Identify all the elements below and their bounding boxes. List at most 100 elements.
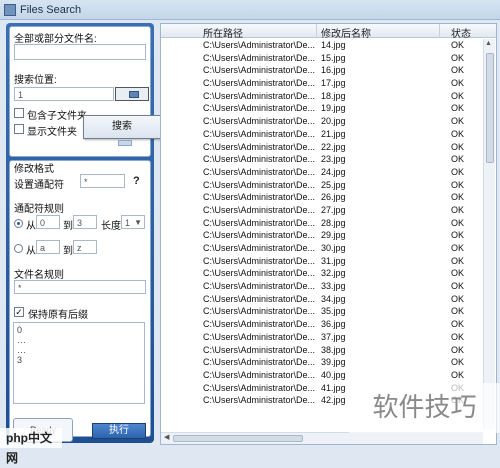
table-row[interactable]: C:\Users\Administrator\De... 23.jpg OK: [161, 153, 481, 166]
table-row[interactable]: C:\Users\Administrator\De... 35.jpg OK: [161, 305, 481, 318]
table-row[interactable]: C:\Users\Administrator\De... 36.jpg OK: [161, 318, 481, 331]
wildcard-input[interactable]: *: [80, 174, 125, 188]
keep-suffix-checkbox[interactable]: ✓: [14, 307, 24, 317]
horizontal-scrollbar[interactable]: ◀: [161, 432, 483, 444]
table-row[interactable]: C:\Users\Administrator\De... 20.jpg OK: [161, 115, 481, 128]
table-row[interactable]: C:\Users\Administrator\De... 19.jpg OK: [161, 102, 481, 115]
status-cell: OK: [451, 357, 465, 368]
table-row[interactable]: C:\Users\Administrator\De... 16.jpg OK: [161, 64, 481, 77]
status-cell: OK: [451, 141, 465, 152]
table-row[interactable]: C:\Users\Administrator\De... 39.jpg OK: [161, 356, 481, 369]
table-row[interactable]: C:\Users\Administrator\De... 28.jpg OK: [161, 217, 481, 230]
status-cell: OK: [451, 116, 465, 127]
keep-suffix-label: 保持原有后缀: [28, 310, 88, 321]
column-header-newname[interactable]: 修改后名称: [321, 25, 371, 40]
length-select[interactable]: 1 ▼: [121, 215, 145, 229]
to-input-1[interactable]: 3: [73, 215, 97, 229]
filename-label: 全部或部分文件名:: [14, 34, 97, 45]
scrollbar-thumb[interactable]: [486, 53, 494, 163]
table-row[interactable]: C:\Users\Administrator\De... 37.jpg OK: [161, 331, 481, 344]
column-divider[interactable]: [439, 24, 440, 38]
table-row[interactable]: C:\Users\Administrator\De... 27.jpg OK: [161, 204, 481, 217]
path-cell: C:\Users\Administrator\De...: [203, 103, 315, 114]
table-row[interactable]: C:\Users\Administrator\De... 33.jpg OK: [161, 280, 481, 293]
status-cell: OK: [451, 293, 465, 304]
scroll-up-icon[interactable]: ▲: [485, 40, 492, 47]
path-cell: C:\Users\Administrator\De...: [203, 243, 315, 253]
table-row[interactable]: C:\Users\Administrator\De... 22.jpg OK: [161, 141, 481, 154]
newname-cell: 31.jpg: [321, 255, 346, 266]
table-row[interactable]: C:\Users\Administrator\De... 30.jpg OK: [161, 242, 481, 255]
newname-cell: 22.jpg: [321, 141, 346, 152]
table-row[interactable]: C:\Users\Administrator\De... 14.jpg OK: [161, 39, 481, 52]
run-button[interactable]: 执行: [92, 423, 146, 439]
path-cell: C:\Users\Administrator\De...: [203, 90, 315, 101]
path-cell: C:\Users\Administrator\De...: [203, 268, 315, 279]
path-cell: C:\Users\Administrator\De...: [203, 65, 315, 76]
path-cell: C:\Users\Administrator\De...: [203, 395, 315, 406]
to-input-2[interactable]: z: [73, 240, 97, 254]
scrollbar-thumb[interactable]: [173, 435, 303, 442]
table-row[interactable]: C:\Users\Administrator\De... 40.jpg OK: [161, 369, 481, 382]
length-value: 1: [125, 218, 131, 228]
scroll-left-icon[interactable]: ◀: [164, 433, 169, 441]
status-cell: OK: [451, 369, 465, 380]
location-input[interactable]: 1: [14, 87, 114, 101]
table-row[interactable]: C:\Users\Administrator\De... 25.jpg OK: [161, 179, 481, 192]
status-cell: OK: [451, 255, 465, 266]
vertical-scrollbar[interactable]: ▲: [483, 39, 495, 429]
column-header-status[interactable]: 状态: [451, 25, 471, 40]
status-cell: OK: [451, 103, 465, 114]
from-input-1[interactable]: 0: [36, 215, 60, 229]
filename-input[interactable]: [14, 44, 146, 60]
from-label-1: 从: [26, 221, 36, 232]
range-numeric-radio[interactable]: [14, 219, 23, 228]
table-row[interactable]: C:\Users\Administrator\De... 15.jpg OK: [161, 52, 481, 65]
status-cell: OK: [451, 154, 465, 165]
range-letter-radio[interactable]: [14, 244, 23, 253]
status-cell: OK: [451, 319, 465, 330]
table-row[interactable]: C:\Users\Administrator\De... 32.jpg OK: [161, 267, 481, 280]
browse-button[interactable]: [115, 87, 149, 101]
path-cell: C:\Users\Administrator\De...: [203, 154, 315, 165]
path-cell: C:\Users\Administrator\De...: [203, 344, 315, 355]
help-icon[interactable]: ?: [133, 175, 140, 187]
folder-icon: [129, 91, 139, 98]
newname-cell: 24.jpg: [321, 166, 346, 177]
include-subfolders-label: 包含子文件夹: [27, 111, 87, 122]
from-input-2[interactable]: a: [36, 240, 60, 254]
newname-cell: 21.jpg: [321, 128, 346, 139]
table-row[interactable]: C:\Users\Administrator\De... 38.jpg OK: [161, 344, 481, 357]
table-body: C:\Users\Administrator\De... 14.jpg OK C:\U…: [161, 39, 481, 407]
newname-cell: 37.jpg: [321, 331, 346, 342]
table-row[interactable]: C:\Users\Administrator\De... 29.jpg OK: [161, 229, 481, 242]
table-row[interactable]: C:\Users\Administrator\De... 24.jpg OK: [161, 166, 481, 179]
preview-textarea[interactable]: 0 … … 3: [13, 322, 145, 404]
newname-cell: 29.jpg: [321, 230, 346, 241]
show-folders-checkbox[interactable]: [14, 124, 24, 134]
path-cell: C:\Users\Administrator\De...: [203, 166, 315, 177]
search-button[interactable]: 搜索: [83, 115, 161, 139]
column-divider[interactable]: [316, 24, 317, 38]
status-cell: OK: [451, 179, 465, 190]
table-row[interactable]: C:\Users\Administrator\De... 21.jpg OK: [161, 128, 481, 141]
table-row[interactable]: C:\Users\Administrator\De... 26.jpg OK: [161, 191, 481, 204]
table-row[interactable]: C:\Users\Administrator\De... 34.jpg OK: [161, 293, 481, 306]
results-table: 所在路径 修改后名称 状态 C:\Users\Administrator\De.…: [160, 23, 497, 445]
modify-format-label: 修改格式: [14, 164, 54, 175]
title-bar: Files Search: [0, 0, 500, 20]
column-header-path[interactable]: 所在路径: [203, 25, 243, 40]
table-row[interactable]: C:\Users\Administrator\De... 17.jpg OK: [161, 77, 481, 90]
table-row[interactable]: C:\Users\Administrator\De... 18.jpg OK: [161, 90, 481, 103]
wildcard-rule-label: 通配符规则: [14, 204, 64, 215]
table-row[interactable]: C:\Users\Administrator\De... 31.jpg OK: [161, 255, 481, 268]
chevron-down-icon: ▼: [134, 218, 142, 227]
status-cell: OK: [451, 52, 465, 63]
newname-cell: 26.jpg: [321, 192, 346, 203]
include-subfolders-checkbox[interactable]: [14, 108, 24, 118]
path-cell: C:\Users\Administrator\De...: [203, 382, 315, 393]
filename-rule-input[interactable]: *: [14, 280, 146, 294]
collapse-tab[interactable]: [118, 140, 132, 146]
status-cell: OK: [451, 217, 465, 228]
watermark-logo: php中文网: [0, 428, 62, 465]
